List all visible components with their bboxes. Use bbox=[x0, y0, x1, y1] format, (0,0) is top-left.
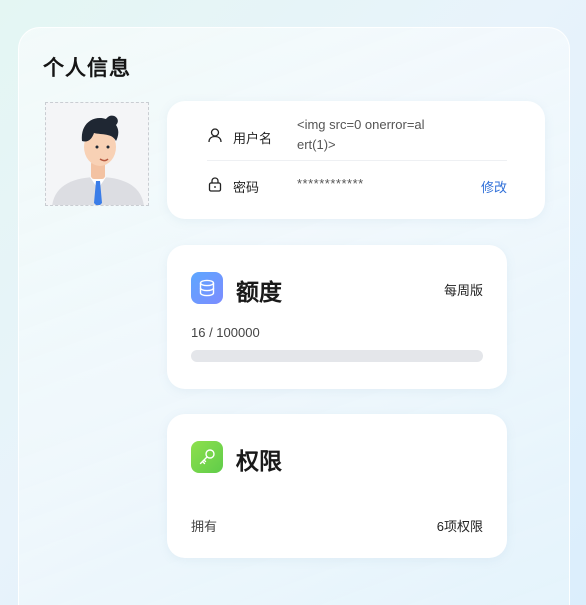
user-icon bbox=[208, 128, 222, 143]
account-card: 用户名 <img src=0 onerror=alert(1)> 密码 ****… bbox=[167, 101, 545, 219]
password-row: 密码 ************ 修改 bbox=[207, 173, 507, 197]
quota-progress-bar bbox=[191, 350, 483, 362]
key-icon bbox=[191, 441, 223, 473]
permission-label: 拥有 bbox=[191, 519, 218, 534]
username-label: 用户名 bbox=[233, 131, 273, 146]
permission-count[interactable]: 6项权限 bbox=[437, 516, 483, 535]
password-label: 密码 bbox=[233, 180, 260, 195]
edit-password-link[interactable]: 修改 bbox=[481, 177, 507, 196]
username-row: 用户名 <img src=0 onerror=alert(1)> bbox=[207, 115, 507, 161]
lock-icon bbox=[208, 177, 222, 192]
quota-usage-text: 16 / 100000 bbox=[191, 325, 260, 340]
avatar-illustration bbox=[46, 103, 148, 205]
username-value: <img src=0 onerror=alert(1)> bbox=[297, 117, 425, 152]
permission-card: 权限 拥有 6项权限 bbox=[167, 414, 507, 558]
plan-tag: 每周版 bbox=[443, 283, 483, 298]
password-value: ************ bbox=[297, 176, 364, 191]
permission-title: 权限 bbox=[236, 448, 282, 474]
quota-title: 额度 bbox=[236, 279, 282, 305]
page-title: 个人信息 bbox=[43, 57, 131, 80]
avatar[interactable] bbox=[45, 102, 149, 206]
quota-card: 额度 每周版 16 / 100000 bbox=[167, 245, 507, 389]
database-icon bbox=[191, 272, 223, 304]
